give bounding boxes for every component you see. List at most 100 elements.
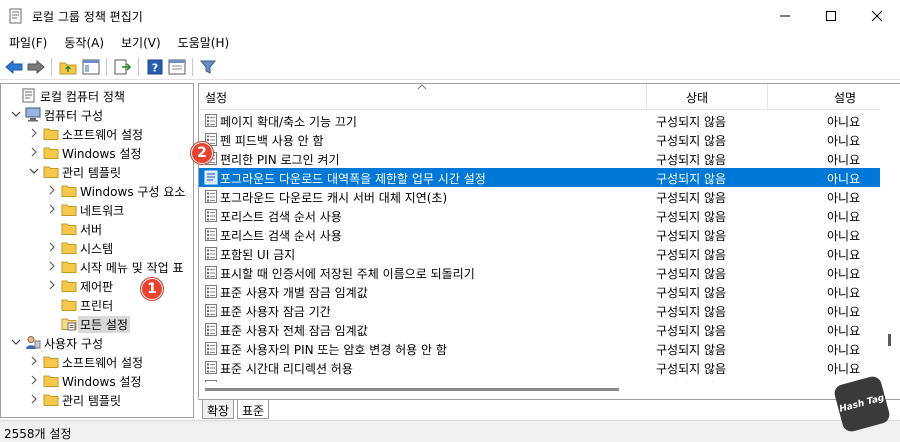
setting-state: 구성되지 않음 — [656, 248, 727, 262]
chevron-right-icon[interactable] — [29, 375, 39, 385]
policy-setting-icon — [205, 266, 217, 279]
tree-item[interactable]: 로컬 컴퓨터 정책 — [1, 86, 193, 105]
chevron-right-icon[interactable] — [29, 147, 39, 157]
setting-note: 아니요 — [827, 267, 861, 281]
tree-item[interactable]: 소프트웨어 설정 — [1, 352, 193, 371]
chevron-right-icon[interactable] — [47, 242, 57, 252]
tree-item-label: 로컬 컴퓨터 정책 — [40, 90, 125, 104]
column-header-state[interactable]: 상태 — [686, 89, 708, 106]
annotation-badge-2: 2 — [191, 142, 213, 164]
setting-name: 표준 사용자 개별 잠금 임계값 — [220, 286, 368, 300]
help-button[interactable]: ? — [145, 57, 165, 77]
tab-standard[interactable]: 표준 — [237, 400, 270, 419]
column-header-note[interactable]: 설명 — [834, 89, 856, 106]
chevron-right-icon[interactable] — [47, 280, 57, 290]
column-header-setting[interactable]: 설정 — [205, 89, 227, 106]
forward-button[interactable] — [26, 57, 46, 77]
tree-item[interactable]: Windows 설정 — [1, 143, 193, 162]
policy-setting-icon — [205, 209, 217, 222]
tree-item[interactable]: 네트워크 — [1, 200, 193, 219]
column-divider[interactable] — [646, 84, 647, 110]
menu-action[interactable]: 동작(A) — [55, 32, 112, 52]
tree-item[interactable]: 시작 메뉴 및 작업 표 — [1, 257, 193, 276]
export-list-button[interactable] — [113, 57, 133, 77]
filter-button[interactable] — [198, 57, 218, 77]
tree-item[interactable]: 프린터 — [1, 295, 193, 314]
menu-view[interactable]: 보기(V) — [112, 32, 169, 52]
tree-item[interactable]: 관리 템플릿 — [1, 162, 193, 181]
title-bar: 로컬 그룹 정책 편집기 — [0, 0, 900, 32]
chevron-down-icon[interactable] — [11, 337, 21, 347]
tree-item-label: 관리 템플릿 — [62, 166, 122, 180]
chevron-down-icon[interactable] — [29, 166, 39, 176]
table-row[interactable]: 포리스트 검색 순서 사용 구성되지 않음 아니요 — [199, 206, 881, 225]
horizontal-scrollbar[interactable] — [199, 382, 880, 398]
folder-icon — [43, 166, 59, 178]
folder-icon — [43, 394, 59, 406]
folder-icon — [43, 128, 59, 140]
up-one-level-button[interactable] — [58, 57, 78, 77]
toolbar-separator — [192, 58, 193, 76]
table-row[interactable]: 펜 피드백 사용 안 함 구성되지 않음 아니요 — [199, 130, 881, 149]
chevron-right-icon[interactable] — [29, 356, 39, 366]
horizontal-scroll-thumb[interactable] — [205, 388, 619, 391]
chevron-right-icon[interactable] — [47, 185, 57, 195]
tree-item[interactable]: Windows 설정 — [1, 371, 193, 390]
tree-item[interactable]: 모든 설정 — [1, 314, 193, 333]
maximize-button[interactable] — [808, 0, 854, 32]
table-row[interactable]: 표준 시간대 리디렉션 허용 구성되지 않음 아니요 — [199, 358, 881, 377]
chevron-right-icon[interactable] — [29, 128, 39, 138]
setting-name: 표준 사용자 전체 잠금 임계값 — [220, 324, 368, 338]
close-button[interactable] — [854, 0, 900, 32]
tree-item[interactable]: 시스템 — [1, 238, 193, 257]
minimize-icon — [780, 15, 790, 17]
folder-icon — [43, 375, 59, 387]
back-button[interactable] — [4, 57, 24, 77]
tree-item-label: 소프트웨어 설정 — [62, 128, 144, 142]
column-divider[interactable] — [767, 84, 768, 110]
table-row[interactable]: 표준 사용자의 PIN 또는 암호 변경 허용 안 함 구성되지 않음 아니요 — [199, 339, 881, 358]
properties-button[interactable] — [167, 57, 187, 77]
tree-item[interactable]: 서버 — [1, 219, 193, 238]
tab-extended[interactable]: 확장 — [202, 400, 235, 419]
table-row[interactable]: 포그라운드 다운로드 대역폭을 제한할 업무 시간 설정 구성되지 않음 아니요 — [199, 168, 881, 187]
setting-name: 표준 사용자의 PIN 또는 암호 변경 허용 안 함 — [220, 343, 447, 357]
tree-item-label: 소프트웨어 설정 — [62, 356, 144, 370]
menu-help[interactable]: 도움말(H) — [169, 32, 238, 52]
tree-item[interactable]: 소프트웨어 설정 — [1, 124, 193, 143]
chevron-right-icon[interactable] — [47, 204, 57, 214]
table-row[interactable]: 표준 사용자 전체 잠금 임계값 구성되지 않음 아니요 — [199, 320, 881, 339]
menu-file[interactable]: 파일(F) — [0, 32, 55, 52]
tree-item[interactable]: Windows 구성 요소 — [1, 181, 193, 200]
vertical-scroll-thumb[interactable] — [888, 334, 891, 346]
chevron-right-icon[interactable] — [47, 261, 57, 271]
tree-item[interactable]: 컴퓨터 구성 — [1, 105, 193, 124]
show-hide-tree-button[interactable] — [81, 57, 101, 77]
chevron-right-icon[interactable] — [29, 394, 39, 404]
tree-item-label: 시작 메뉴 및 작업 표 — [80, 261, 184, 275]
tree-item[interactable]: 제어판 — [1, 276, 193, 295]
tree-item[interactable]: 관리 템플릿 — [1, 390, 193, 409]
table-row[interactable]: 표준 사용자 잠금 기간 구성되지 않음 아니요 — [199, 301, 881, 320]
policy-setting-icon — [205, 114, 217, 127]
table-row[interactable]: 포그라운드 다운로드 캐시 서버 대체 지연(초) 구성되지 않음 아니요 — [199, 187, 881, 206]
chevron-down-icon[interactable] — [11, 109, 21, 119]
setting-name: 포그라운드 다운로드 캐시 서버 대체 지연(초) — [220, 191, 448, 205]
table-row[interactable]: 표준 사용자 개별 잠금 임계값 구성되지 않음 아니요 — [199, 282, 881, 301]
table-row[interactable]: 포리스트 검색 순서 사용 구성되지 않음 아니요 — [199, 225, 881, 244]
table-row[interactable]: 포함된 UI 금지 구성되지 않음 아니요 — [199, 244, 881, 263]
minimize-button[interactable] — [762, 0, 808, 32]
tree-item-label: 제어판 — [80, 280, 114, 294]
folder-icon — [61, 242, 77, 254]
maximize-icon — [826, 11, 836, 21]
table-row[interactable]: 페이지 확대/축소 기능 끄기 구성되지 않음 아니요 — [199, 111, 881, 130]
tree-item-label: 시스템 — [80, 242, 114, 256]
status-text: 2558개 설정 — [4, 427, 72, 441]
table-row[interactable]: 표시할 때 인증서에 저장된 주체 이름으로 되돌리기 구성되지 않음 아니요 — [199, 263, 881, 282]
setting-note: 아니요 — [827, 229, 861, 243]
policy-tree: 로컬 컴퓨터 정책 컴퓨터 구성 소프트웨어 설정 Windows 설정 관리 템플릿 W… — [0, 83, 194, 418]
vertical-scrollbar[interactable] — [880, 84, 900, 382]
policy-setting-icon — [205, 342, 217, 355]
table-row[interactable]: 편리한 PIN 로그인 켜기 구성되지 않음 아니요 — [199, 149, 881, 168]
tree-item[interactable]: 사용자 구성 — [1, 333, 193, 352]
